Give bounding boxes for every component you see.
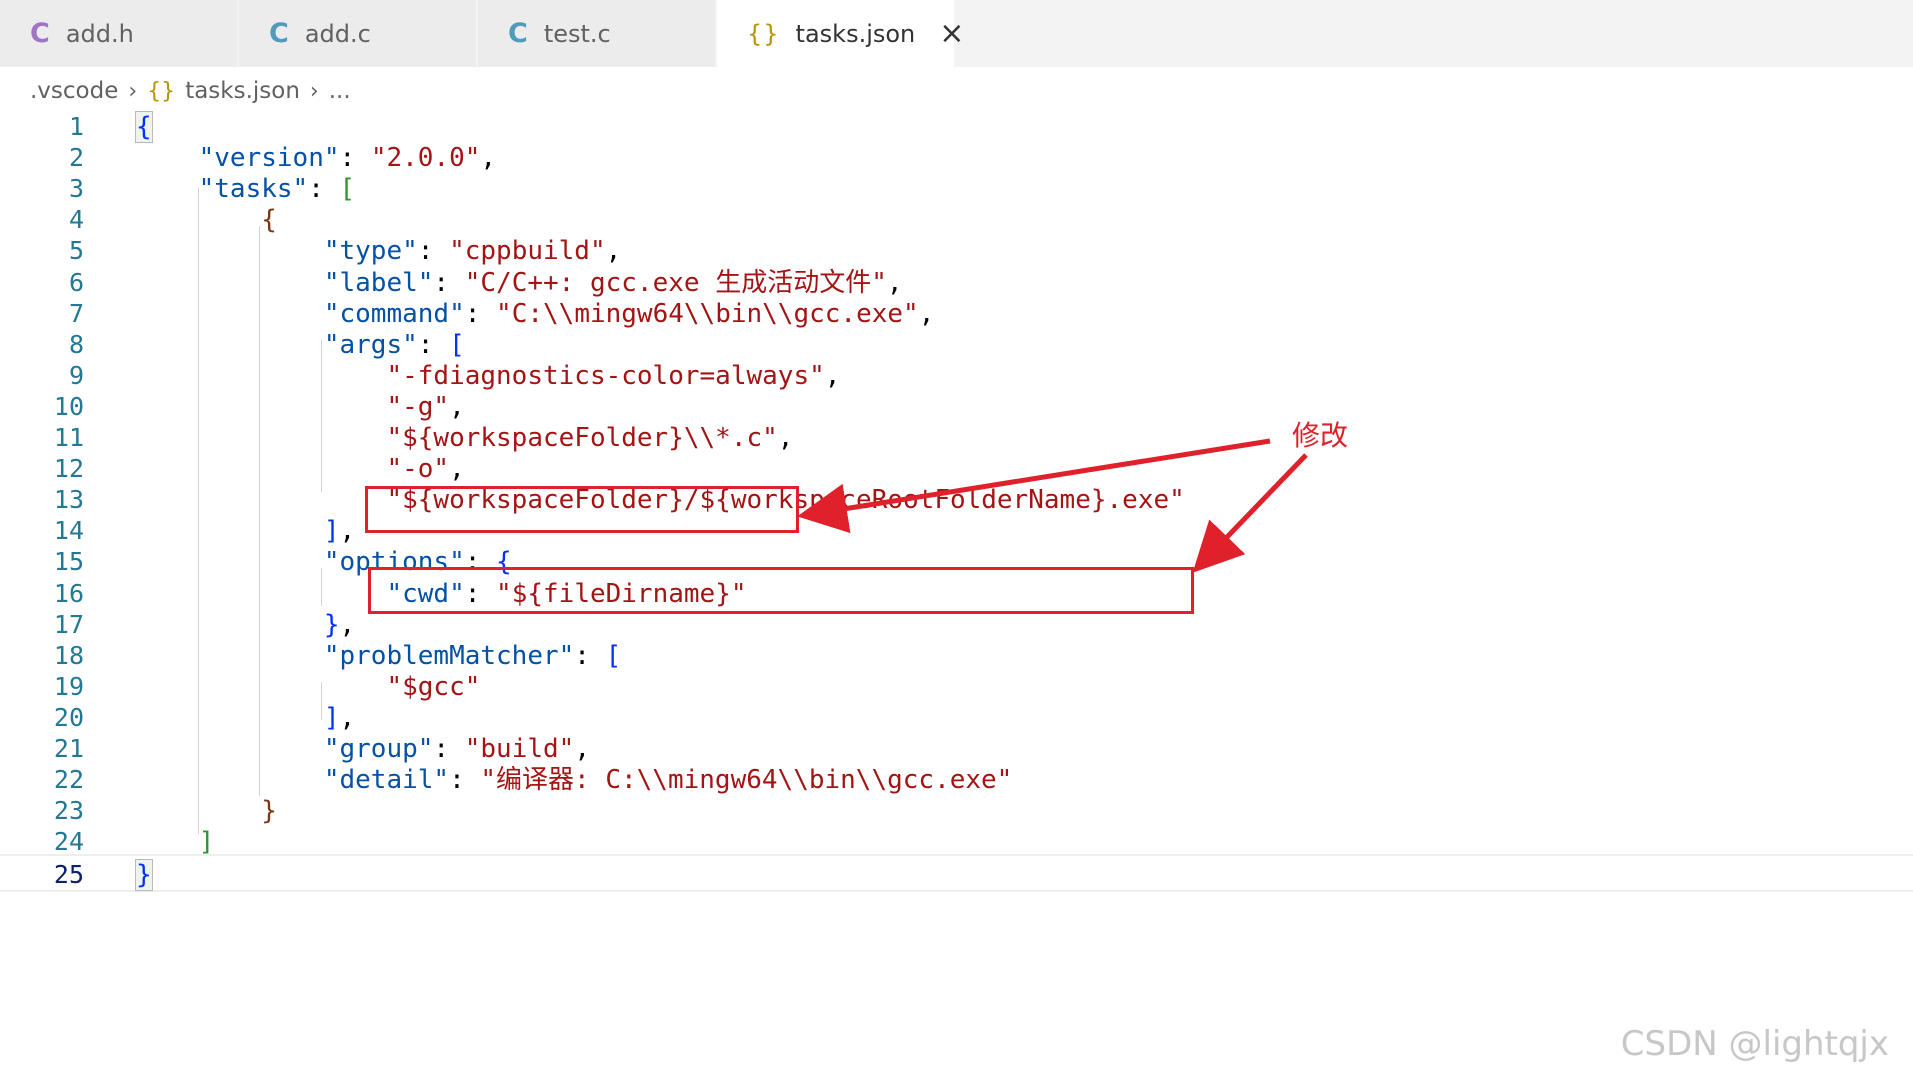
annotation-arrows xyxy=(797,438,1308,573)
annotation-arrow xyxy=(1192,453,1308,573)
watermark: CSDN @lightqjx xyxy=(1620,1024,1889,1064)
annotation-arrow xyxy=(797,438,1271,534)
